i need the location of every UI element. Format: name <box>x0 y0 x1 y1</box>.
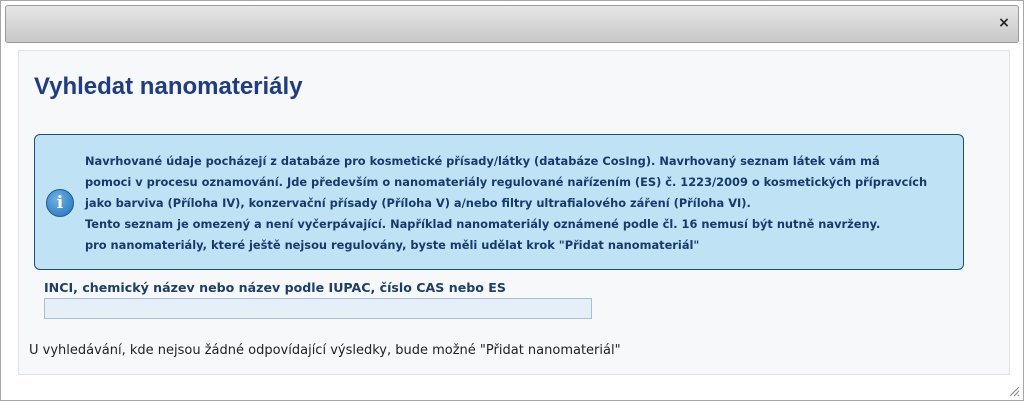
dialog-titlebar[interactable]: × <box>5 5 1019 43</box>
info-line: Tento seznam je omezený a není vyčerpáva… <box>85 217 881 231</box>
search-input[interactable] <box>44 298 592 319</box>
info-line: pomoci v procesu oznamování. Jde předevš… <box>85 175 928 189</box>
info-line: Navrhované údaje pocházejí z databáze pr… <box>85 154 880 168</box>
page-title: Vyhledat nanomateriály <box>34 73 303 100</box>
dialog-content: Vyhledat nanomateriály i Navrhované údaj… <box>18 50 1010 375</box>
close-icon[interactable]: × <box>996 15 1012 31</box>
info-icon: i <box>46 189 74 217</box>
info-line: jako barviva (Příloha IV), konzervační p… <box>85 196 751 210</box>
info-box: i Navrhované údaje pocházejí z databáze … <box>34 134 964 270</box>
dialog-window: × Vyhledat nanomateriály i Navrhované úd… <box>0 0 1024 401</box>
info-text: Navrhované údaje pocházejí z databáze pr… <box>85 151 960 256</box>
search-label: INCI, chemický název nebo název podle IU… <box>44 280 506 295</box>
resize-grip-icon[interactable] <box>1008 385 1020 397</box>
hint-text: U vyhledávání, kde nejsou žádné odpovída… <box>29 343 621 358</box>
info-line: pro nanomateriály, které ještě nejsou re… <box>85 238 700 252</box>
